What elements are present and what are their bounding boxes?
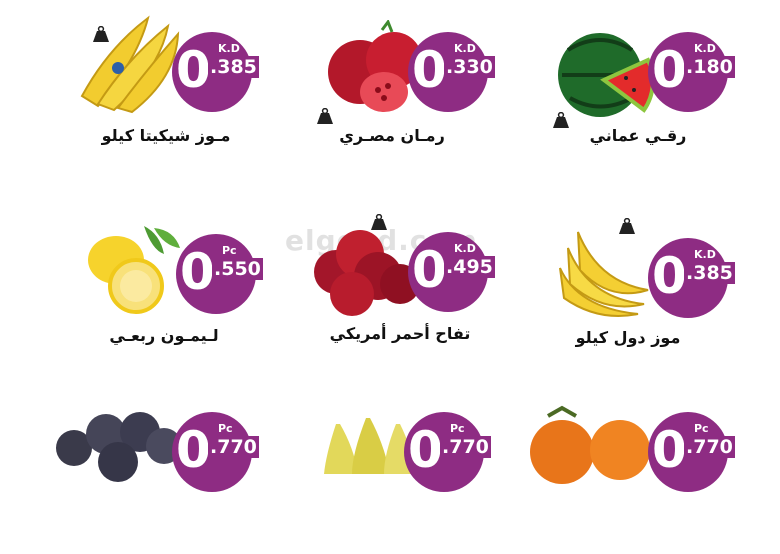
price-unit: Pc	[450, 422, 465, 435]
price-badge: 0 K.D .495	[408, 232, 495, 312]
price-decimal: .385	[684, 262, 735, 284]
kg-weight-icon	[371, 214, 387, 230]
price-decimal: .330	[444, 56, 495, 78]
price-integer: 0	[652, 247, 687, 305]
price-unit: K.D	[694, 248, 716, 261]
price-decimal: .385	[208, 56, 259, 78]
price-unit: K.D	[694, 42, 716, 55]
price-decimal: .180	[684, 56, 735, 78]
price-unit: Pc	[218, 422, 233, 435]
price-decimal: .770	[208, 436, 259, 458]
product-name: لـيمـون ربعـي	[109, 326, 219, 345]
price-badge: 0 K.D .330	[408, 32, 495, 112]
price-badge: 0 K.D .180	[648, 32, 735, 112]
price-integer: 0	[652, 41, 687, 99]
product-card-pear[interactable]: 0 Pc .770	[318, 404, 538, 554]
product-card-pomegranate[interactable]: 0 K.D .330 رمـان مصـري	[317, 20, 542, 170]
price-badge: 0 Pc .770	[172, 412, 259, 492]
product-card-persimmon[interactable]: 0 Pc .770	[528, 404, 748, 554]
product-card-watermelon[interactable]: 0 K.D .180 رقـي عماني	[548, 20, 768, 170]
price-integer: 0	[412, 241, 447, 299]
price-unit: K.D	[454, 242, 476, 255]
price-badge: 0 Pc .770	[648, 412, 735, 492]
price-badge: 0 K.D .385	[648, 238, 735, 318]
price-unit: K.D	[454, 42, 476, 55]
product-card-lemon[interactable]: 0 Pc .550 لـيمـون ربعـي	[84, 220, 304, 370]
kg-weight-icon	[93, 26, 109, 42]
product-card-plum[interactable]: 0 Pc .770	[56, 404, 276, 554]
price-badge: 0 K.D .385	[172, 32, 259, 112]
price-decimal: .495	[444, 256, 495, 278]
kg-weight-icon	[619, 218, 635, 234]
price-badge: 0 Pc .550	[176, 234, 263, 314]
price-integer: 0	[408, 421, 443, 479]
kg-weight-icon	[317, 108, 333, 124]
price-integer: 0	[176, 421, 211, 479]
price-badge: 0 Pc .770	[404, 412, 491, 492]
product-card-dole-banana[interactable]: 0 K.D .385 موز دول كيلو	[548, 218, 768, 368]
product-name: رقـي عماني	[589, 126, 687, 145]
product-name: رمـان مصـري	[339, 126, 445, 145]
product-name: موز دول كيلو	[575, 328, 681, 347]
persimmon-image	[530, 405, 650, 484]
product-name: مـوز شيكيتا كيلو	[101, 126, 231, 145]
product-card-chiquita-banana[interactable]: 0 K.D .385 مـوز شيكيتا كيلو	[78, 8, 298, 158]
price-integer: 0	[412, 41, 447, 99]
price-unit: Pc	[694, 422, 709, 435]
price-unit: K.D	[218, 42, 240, 55]
price-unit: Pc	[222, 244, 237, 257]
price-integer: 0	[176, 41, 211, 99]
price-decimal: .770	[684, 436, 735, 458]
price-integer: 0	[652, 421, 687, 479]
price-decimal: .550	[212, 258, 263, 280]
product-card-red-apple[interactable]: 0 K.D .495 تفاح أحمر أمريكي	[312, 214, 532, 364]
price-decimal: .770	[440, 436, 491, 458]
price-integer: 0	[180, 243, 215, 301]
product-name: تفاح أحمر أمريكي	[329, 324, 471, 343]
